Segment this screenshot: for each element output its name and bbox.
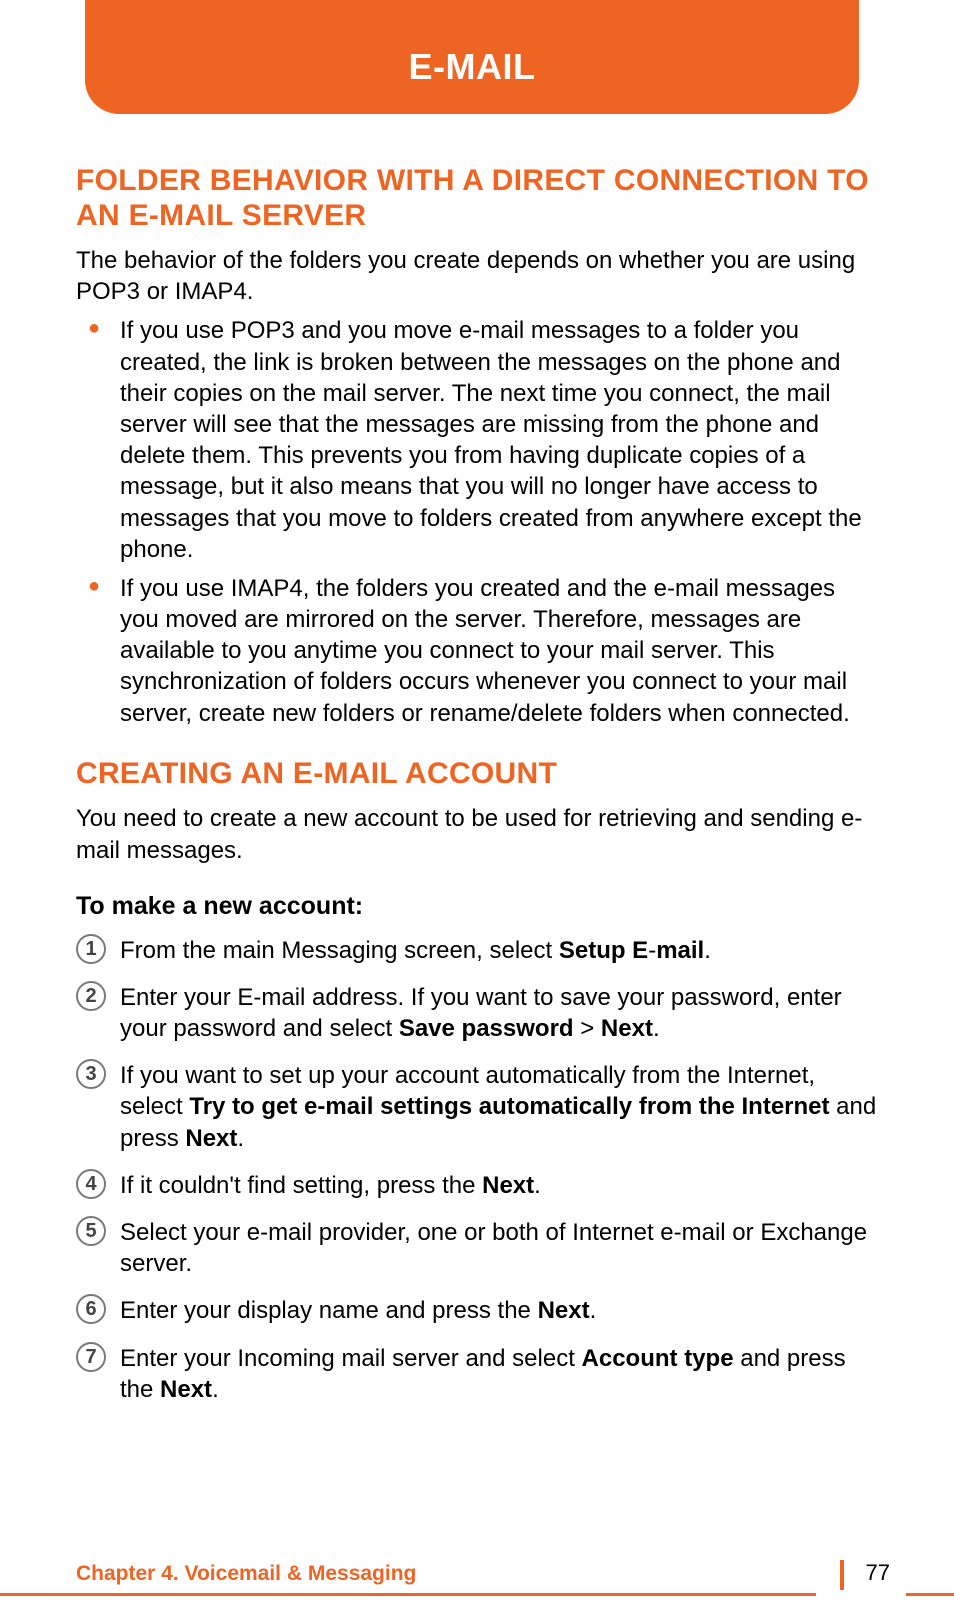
bullet-item: If you use IMAP4, the folders you create…	[114, 573, 878, 729]
step-number-icon: 5	[76, 1216, 106, 1246]
step-number-icon: 7	[76, 1342, 106, 1372]
header-title: E-MAIL	[409, 46, 536, 87]
step-text: From the main Messaging screen, select S…	[120, 937, 711, 964]
step-number-icon: 3	[76, 1059, 106, 1089]
header-tab: E-MAIL	[85, 0, 859, 114]
page-footer: Chapter 4. Voicemail & Messaging 77	[0, 1572, 954, 1622]
step-item: 6 Enter your display name and press the …	[76, 1295, 878, 1326]
bullet-item: If you use POP3 and you move e-mail mess…	[114, 315, 878, 565]
footer-page-number: 77	[860, 1560, 890, 1586]
section2-title: CREATING AN E-MAIL ACCOUNT	[76, 757, 878, 792]
step-number-icon: 2	[76, 981, 106, 1011]
page: E-MAIL FOLDER BEHAVIOR WITH A DIRECT CON…	[0, 0, 954, 1622]
step-item: 2 Enter your E-mail address. If you want…	[76, 982, 878, 1044]
section1-intro: The behavior of the folders you create d…	[76, 245, 878, 307]
step-text: Enter your Incoming mail server and sele…	[120, 1345, 846, 1403]
step-number-icon: 6	[76, 1294, 106, 1324]
footer-divider-icon	[840, 1560, 844, 1590]
step-item: 1 From the main Messaging screen, select…	[76, 935, 878, 966]
section2-intro: You need to create a new account to be u…	[76, 803, 878, 865]
footer-rule	[0, 1593, 954, 1596]
step-text: If you want to set up your account autom…	[120, 1062, 876, 1151]
section1-title: FOLDER BEHAVIOR WITH A DIRECT CONNECTION…	[76, 164, 878, 233]
footer-chapter-label: Chapter 4. Voicemail & Messaging	[76, 1562, 422, 1586]
step-text: If it couldn't find setting, press the N…	[120, 1172, 541, 1199]
section1-bullets: If you use POP3 and you move e-mail mess…	[76, 315, 878, 728]
section2-subhead: To make a new account:	[76, 892, 878, 921]
step-text: Enter your display name and press the Ne…	[120, 1297, 596, 1324]
step-number-icon: 1	[76, 934, 106, 964]
step-item: 5 Select your e-mail provider, one or bo…	[76, 1217, 878, 1279]
step-text: Enter your E-mail address. If you want t…	[120, 984, 842, 1042]
step-number-icon: 4	[76, 1169, 106, 1199]
step-text: Select your e-mail provider, one or both…	[120, 1219, 867, 1277]
step-item: 7 Enter your Incoming mail server and se…	[76, 1343, 878, 1405]
content-body: FOLDER BEHAVIOR WITH A DIRECT CONNECTION…	[0, 114, 954, 1405]
step-item: 3 If you want to set up your account aut…	[76, 1060, 878, 1154]
steps-list: 1 From the main Messaging screen, select…	[76, 935, 878, 1405]
step-item: 4 If it couldn't find setting, press the…	[76, 1170, 878, 1201]
